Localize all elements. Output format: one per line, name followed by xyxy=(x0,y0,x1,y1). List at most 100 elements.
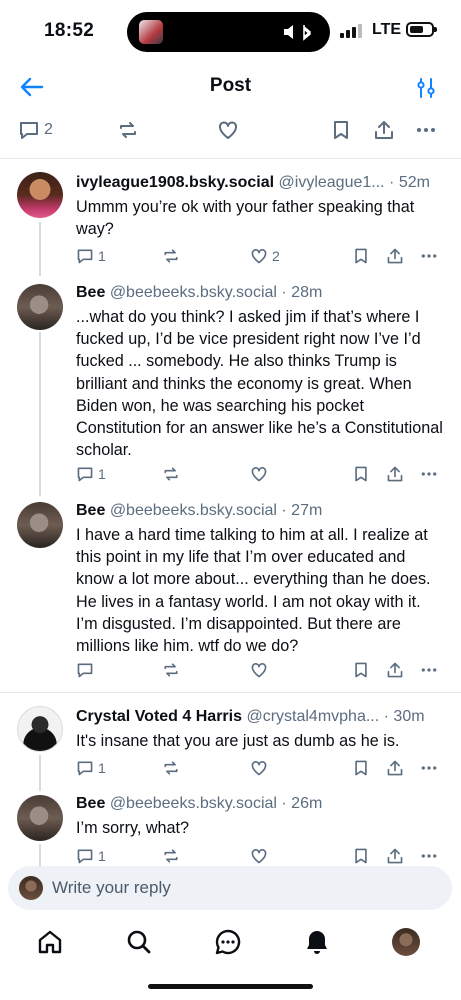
nav-profile-avatar[interactable] xyxy=(392,928,420,956)
avatar[interactable] xyxy=(17,502,63,548)
like-button[interactable] xyxy=(250,757,268,779)
divider xyxy=(0,692,461,693)
more-options-button[interactable] xyxy=(420,463,438,485)
like-button[interactable] xyxy=(217,119,239,141)
reply-button[interactable]: 1 xyxy=(76,845,106,867)
share-button[interactable] xyxy=(386,463,404,485)
nav-notifications[interactable] xyxy=(303,928,331,956)
bookmark-icon xyxy=(334,121,348,139)
share-icon xyxy=(387,848,403,864)
status-bar: 18:52 LTE xyxy=(0,0,461,62)
ellipsis-icon xyxy=(421,472,437,476)
reply-count: 2 xyxy=(44,121,53,138)
share-button[interactable] xyxy=(386,659,404,681)
author-name[interactable]: Crystal Voted 4 Harris xyxy=(76,708,242,725)
author-name[interactable]: Bee xyxy=(76,284,105,301)
repost-button[interactable] xyxy=(117,119,139,141)
heart-icon xyxy=(251,467,267,482)
avatar[interactable] xyxy=(17,795,63,841)
page-title: Post xyxy=(209,75,252,96)
reply-button[interactable]: 1 xyxy=(76,463,106,485)
more-options-button[interactable] xyxy=(420,757,438,779)
bookmark-icon xyxy=(355,662,367,678)
author-handle[interactable]: @beebeeks.bsky.social xyxy=(110,502,277,519)
share-button[interactable] xyxy=(386,757,404,779)
post[interactable]: Crystal Voted 4 Harris @crystal4mvpha...… xyxy=(0,706,461,786)
repost-button[interactable] xyxy=(162,245,180,267)
thread-settings-button[interactable] xyxy=(414,76,438,100)
share-button[interactable] xyxy=(386,845,404,867)
nav-messages[interactable] xyxy=(214,928,242,956)
post-text: I have a hard time talking to him at all… xyxy=(76,526,431,656)
author-handle[interactable]: @ivyleague1... xyxy=(279,174,385,191)
reply-button[interactable]: 1 xyxy=(76,245,106,267)
divider xyxy=(0,158,461,159)
share-icon xyxy=(387,760,403,776)
reply-button[interactable]: 2 xyxy=(18,119,53,141)
like-button[interactable] xyxy=(250,463,268,485)
author-name[interactable]: Bee xyxy=(76,795,105,812)
post-header-line: Bee @beebeeks.bsky.social · 28m xyxy=(76,282,447,304)
reply-icon xyxy=(77,249,93,264)
more-options-button[interactable] xyxy=(420,245,438,267)
reply-icon xyxy=(77,761,93,776)
reply-button[interactable] xyxy=(76,659,98,681)
my-avatar xyxy=(19,876,43,900)
author-handle[interactable]: @crystal4mvpha... xyxy=(246,708,379,725)
bookmark-button[interactable] xyxy=(352,463,370,485)
like-button[interactable] xyxy=(250,845,268,867)
post[interactable]: Bee @beebeeks.bsky.social · 27m I have a… xyxy=(0,500,461,680)
repost-button[interactable] xyxy=(162,845,180,867)
post[interactable]: Bee @beebeeks.bsky.social · 26m I’m sorr… xyxy=(0,795,461,867)
bookmark-button[interactable] xyxy=(330,119,352,141)
repost-button[interactable] xyxy=(162,463,180,485)
battery-icon xyxy=(406,22,437,37)
repost-button[interactable] xyxy=(162,659,180,681)
author-name[interactable]: ivyleague1908.bsky.social xyxy=(76,174,274,191)
reply-icon xyxy=(77,849,93,864)
avatar[interactable] xyxy=(17,172,63,218)
post-header: Post xyxy=(0,62,461,112)
nav-home[interactable] xyxy=(36,928,64,956)
repost-button[interactable] xyxy=(162,757,180,779)
bell-icon xyxy=(307,931,327,954)
reply-input-placeholder[interactable]: Write your reply xyxy=(52,878,171,898)
more-options-button[interactable] xyxy=(420,659,438,681)
post[interactable]: Bee @beebeeks.bsky.social · 28m ...what … xyxy=(0,282,461,487)
share-icon xyxy=(387,466,403,482)
reply-count: 1 xyxy=(98,248,106,264)
more-options-button[interactable] xyxy=(415,119,437,141)
author-handle[interactable]: @beebeeks.bsky.social xyxy=(110,284,277,301)
bookmark-icon xyxy=(355,848,367,864)
search-icon xyxy=(127,930,151,954)
bookmark-button[interactable] xyxy=(352,245,370,267)
heart-icon xyxy=(251,761,267,776)
author-name[interactable]: Bee xyxy=(76,502,105,519)
bookmark-button[interactable] xyxy=(352,757,370,779)
ellipsis-icon xyxy=(417,128,435,132)
post-actions: 1 2 xyxy=(76,245,446,267)
bookmark-button[interactable] xyxy=(352,659,370,681)
like-button[interactable]: 2 xyxy=(250,245,280,267)
ellipsis-icon xyxy=(421,766,437,770)
reply-button[interactable]: 1 xyxy=(76,757,106,779)
avatar[interactable] xyxy=(17,284,63,330)
avatar[interactable] xyxy=(17,706,63,752)
post-actions xyxy=(76,659,446,681)
like-button[interactable] xyxy=(250,659,268,681)
post-text: Ummm you’re ok with your father speaking… xyxy=(76,198,415,239)
heart-icon xyxy=(251,663,267,678)
post-header-line: Bee @beebeeks.bsky.social · 27m xyxy=(76,500,447,522)
parent-post-actions: 2 xyxy=(0,116,461,146)
bookmark-button[interactable] xyxy=(352,845,370,867)
reply-composer[interactable]: Write your reply xyxy=(8,866,452,910)
home-indicator xyxy=(148,984,313,989)
post[interactable]: ivyleague1908.bsky.social @ivyleague1...… xyxy=(0,170,461,275)
author-handle[interactable]: @beebeeks.bsky.social xyxy=(110,795,277,812)
post-actions: 1 xyxy=(76,463,446,485)
post-header-line: Bee @beebeeks.bsky.social · 26m xyxy=(76,793,447,815)
share-button[interactable] xyxy=(386,245,404,267)
nav-search[interactable] xyxy=(125,928,153,956)
more-options-button[interactable] xyxy=(420,845,438,867)
share-button[interactable] xyxy=(373,119,395,141)
